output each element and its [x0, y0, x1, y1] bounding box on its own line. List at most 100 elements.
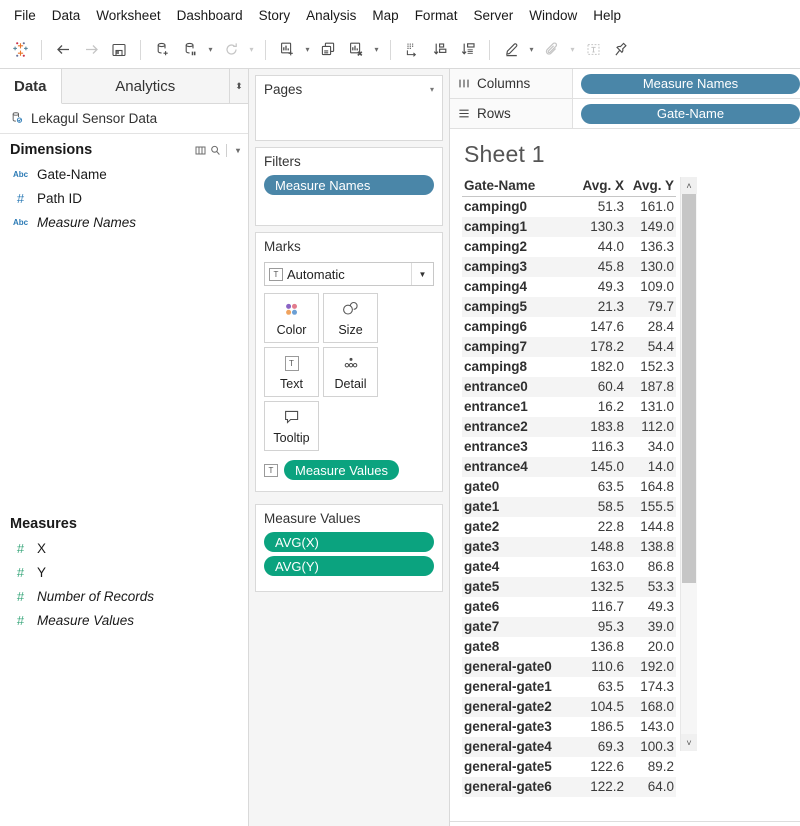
menu-item-server[interactable]: Server: [465, 5, 521, 26]
field-measure-values[interactable]: # Measure Values: [0, 608, 248, 632]
pages-drop-zone[interactable]: [256, 99, 442, 111]
scroll-track[interactable]: [681, 194, 697, 734]
pages-chevron-down-icon[interactable]: ▾: [430, 85, 434, 94]
menu-item-analysis[interactable]: Analysis: [298, 5, 364, 26]
highlighter-icon[interactable]: [497, 36, 525, 64]
chevron-down-icon[interactable]: ▾: [236, 146, 240, 155]
paperclip-icon[interactable]: [538, 36, 566, 64]
field-number-of-records[interactable]: # Number of Records: [0, 584, 248, 608]
table-row[interactable]: general-gate1 63.5 174.3: [462, 677, 676, 697]
table-row[interactable]: entrance4 145.0 14.0: [462, 456, 676, 477]
menu-item-data[interactable]: Data: [44, 5, 89, 26]
column-header-gate-name[interactable]: Gate-Name: [462, 177, 574, 197]
table-row[interactable]: gate4 163.0 86.8: [462, 557, 676, 577]
back-button[interactable]: [49, 36, 77, 64]
rows-drop-zone[interactable]: Gate-Name: [572, 99, 800, 128]
table-row[interactable]: general-gate2 104.5 168.0: [462, 696, 676, 717]
table-row[interactable]: general-gate6 122.2 64.0: [462, 776, 676, 797]
field-gate-name[interactable]: Abc Gate-Name: [0, 162, 248, 186]
table-row[interactable]: camping8 182.0 152.3: [462, 357, 676, 377]
mark-type-select[interactable]: T Automatic ▼: [264, 262, 434, 286]
refresh-data-source-caret[interactable]: ▾: [245, 36, 258, 64]
table-row[interactable]: entrance1 16.2 131.0: [462, 397, 676, 417]
refresh-data-source-button[interactable]: [217, 36, 245, 64]
table-row[interactable]: general-gate4 69.3 100.3: [462, 736, 676, 757]
table-row[interactable]: entrance2 183.8 112.0: [462, 416, 676, 437]
pin-icon[interactable]: [607, 36, 635, 64]
table-row[interactable]: entrance3 116.3 34.0: [462, 437, 676, 457]
filter-pill-measure-names[interactable]: Measure Names: [264, 175, 434, 195]
marks-tooltip-button[interactable]: Tooltip: [264, 401, 319, 451]
new-worksheet-button[interactable]: [273, 36, 301, 64]
table-row[interactable]: camping1 130.3 149.0: [462, 216, 676, 237]
table-row[interactable]: gate0 63.5 164.8: [462, 477, 676, 497]
search-icon[interactable]: [210, 145, 221, 156]
field-measure-names[interactable]: Abc Measure Names: [0, 210, 248, 234]
table-row[interactable]: camping7 178.2 54.4: [462, 336, 676, 357]
table-row[interactable]: camping6 147.6 28.4: [462, 317, 676, 337]
columns-pill-measure-names[interactable]: Measure Names: [581, 73, 800, 94]
tab-analytics[interactable]: Analytics: [62, 69, 230, 103]
columns-drop-zone[interactable]: Measure Names: [572, 69, 800, 98]
menu-item-help[interactable]: Help: [585, 5, 629, 26]
table-row[interactable]: camping0 51.3 161.0: [462, 197, 676, 217]
measure-values-drop-zone[interactable]: AVG(X) AVG(Y): [256, 528, 442, 588]
table-row[interactable]: entrance0 60.4 187.8: [462, 376, 676, 397]
scroll-thumb[interactable]: [682, 194, 696, 583]
sort-descending-button[interactable]: [454, 36, 482, 64]
vertical-scrollbar[interactable]: ˄ ˅: [680, 177, 697, 751]
rows-pill-gate-name[interactable]: Gate-Name: [581, 103, 800, 124]
sort-ascending-button[interactable]: [426, 36, 454, 64]
table-row[interactable]: gate6 116.7 49.3: [462, 597, 676, 617]
table-row[interactable]: gate1 58.5 155.5: [462, 496, 676, 517]
grid-view-icon[interactable]: [195, 145, 206, 156]
menu-item-window[interactable]: Window: [521, 5, 585, 26]
duplicate-sheet-button[interactable]: [314, 36, 342, 64]
clear-sheet-caret[interactable]: ▾: [370, 36, 383, 64]
pause-auto-updates-caret[interactable]: ▾: [204, 36, 217, 64]
marks-size-button[interactable]: Size: [323, 293, 378, 343]
table-row[interactable]: general-gate3 186.5 143.0: [462, 717, 676, 737]
marks-color-button[interactable]: Color: [264, 293, 319, 343]
tab-data[interactable]: Data: [0, 69, 62, 104]
table-row[interactable]: gate3 148.8 138.8: [462, 536, 676, 557]
new-data-source-button[interactable]: [148, 36, 176, 64]
measure-values-pill-avg-x[interactable]: AVG(X): [264, 532, 434, 552]
data-pane-menu-icon[interactable]: ⬍: [230, 69, 248, 103]
datasource-item[interactable]: Lekagul Sensor Data: [0, 104, 248, 134]
table-row[interactable]: gate2 22.8 144.8: [462, 517, 676, 537]
new-worksheet-caret[interactable]: ▾: [301, 36, 314, 64]
column-header-avg-x[interactable]: Avg. X: [574, 177, 626, 197]
measure-values-pill-avg-y[interactable]: AVG(Y): [264, 556, 434, 576]
field-y[interactable]: # Y: [0, 560, 248, 584]
table-row[interactable]: general-gate0 110.6 192.0: [462, 656, 676, 677]
paperclip-caret[interactable]: ▾: [566, 36, 579, 64]
menu-item-format[interactable]: Format: [407, 5, 466, 26]
menu-item-story[interactable]: Story: [251, 5, 299, 26]
pause-auto-updates-button[interactable]: [176, 36, 204, 64]
marks-text-button[interactable]: T Text: [264, 347, 319, 397]
save-button[interactable]: [105, 36, 133, 64]
table-row[interactable]: gate7 95.3 39.0: [462, 616, 676, 637]
table-row[interactable]: camping5 21.3 79.7: [462, 296, 676, 317]
field-x[interactable]: # X: [0, 536, 248, 560]
table-row[interactable]: camping4 49.3 109.0: [462, 277, 676, 297]
swap-axes-icon[interactable]: [398, 36, 426, 64]
table-row[interactable]: camping3 45.8 130.0: [462, 256, 676, 277]
table-row[interactable]: camping2 44.0 136.3: [462, 237, 676, 257]
filters-drop-zone[interactable]: Measure Names: [256, 171, 442, 207]
table-row[interactable]: general-gate5 122.6 89.2: [462, 757, 676, 777]
menu-item-file[interactable]: File: [6, 5, 44, 26]
table-row[interactable]: gate5 132.5 53.3: [462, 576, 676, 597]
forward-button[interactable]: [77, 36, 105, 64]
tableau-logo-icon[interactable]: [6, 36, 34, 64]
table-row[interactable]: gate8 136.8 20.0: [462, 637, 676, 657]
scroll-down-button[interactable]: ˅: [681, 734, 697, 751]
menu-item-map[interactable]: Map: [364, 5, 406, 26]
highlighter-caret[interactable]: ▾: [525, 36, 538, 64]
mark-type-chevron-down-icon[interactable]: ▼: [411, 263, 433, 285]
clear-sheet-button[interactable]: [342, 36, 370, 64]
column-header-avg-y[interactable]: Avg. Y: [626, 177, 676, 197]
text-label-icon[interactable]: [579, 36, 607, 64]
scroll-up-button[interactable]: ˄: [681, 177, 697, 194]
